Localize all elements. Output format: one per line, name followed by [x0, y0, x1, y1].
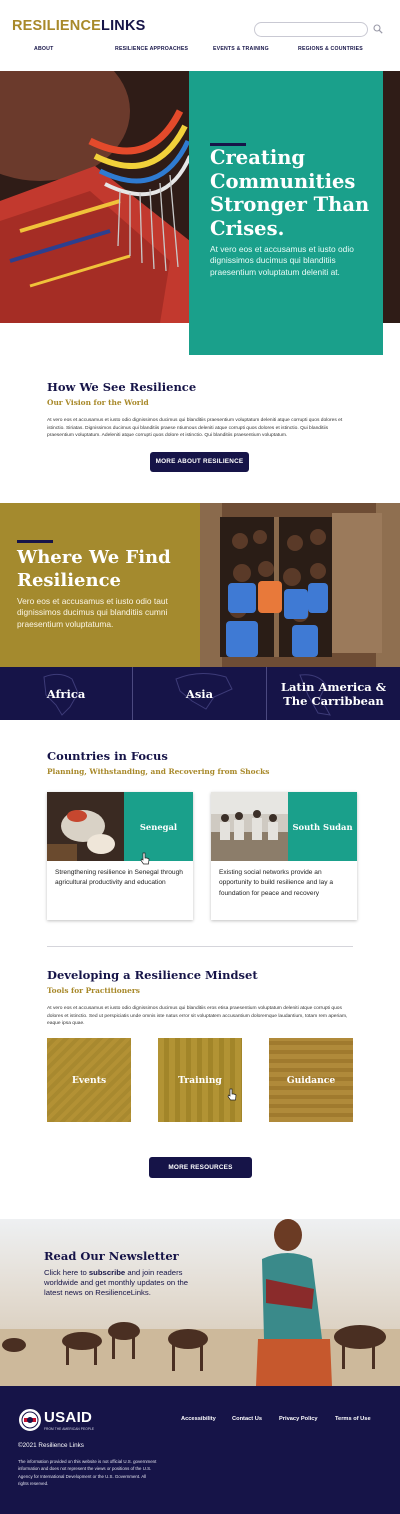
- section-divider: [47, 946, 353, 947]
- senegal-label[interactable]: Senegal: [124, 792, 193, 861]
- newsletter-title: Read Our Newsletter: [44, 1249, 179, 1263]
- region-asia[interactable]: Asia: [133, 667, 266, 720]
- south-sudan-label[interactable]: South Sudan: [288, 792, 357, 861]
- nav-events-training[interactable]: EVENTS & TRAINING: [213, 46, 269, 52]
- south-sudan-description: Existing social networks provide an oppo…: [219, 869, 333, 897]
- where-title: Where We Find Resilience: [17, 547, 171, 591]
- senegal-description: Strengthening resilience in Senegal thro…: [55, 869, 183, 887]
- subscribe-link[interactable]: subscribe: [89, 1268, 125, 1277]
- countries-title: Countries in Focus: [47, 749, 168, 763]
- newsletter-text: Click here to subscribe and join readers…: [44, 1268, 204, 1299]
- hero-text: At vero eos et accusamus et iusto odio d…: [210, 244, 354, 277]
- mindset-body: At vero eos et accusamus et iusto odio d…: [47, 1006, 348, 1027]
- usaid-seal-icon: [19, 1409, 41, 1431]
- nav-regions-countries[interactable]: REGIONS & COUNTRIES: [298, 46, 363, 52]
- usaid-logo-text[interactable]: USAID: [44, 1409, 92, 1426]
- footer-link-terms-of-use[interactable]: Terms of Use: [335, 1416, 371, 1422]
- tile-training-label: Training: [178, 1074, 222, 1086]
- tile-events-label: Events: [71, 1074, 107, 1086]
- more-about-resilience-button[interactable]: MORE ABOUT RESILIENCE: [150, 452, 249, 472]
- logo-resilience-text: RESILIENCE: [12, 18, 102, 34]
- where-text: Vero eos et accusamus et iusto odio taut…: [17, 596, 168, 629]
- country-card-senegal[interactable]: Senegal Strengthening resilience in Sene…: [47, 792, 193, 920]
- mindset-subtitle: Tools for Practitioners: [47, 986, 140, 995]
- more-resources-button[interactable]: MORE RESOURCES: [149, 1157, 252, 1178]
- footer-link-accessibility[interactable]: Accessibility: [181, 1416, 216, 1422]
- hero-title: Creating Communities Stronger Than Crise…: [210, 146, 370, 240]
- tile-events[interactable]: Events: [47, 1038, 131, 1122]
- country-card-south-sudan[interactable]: South Sudan Existing social networks pro…: [211, 792, 357, 920]
- senegal-image: [47, 792, 124, 861]
- footer: [0, 1386, 400, 1514]
- vision-body: At vero eos et accusamus et iusto odio d…: [47, 418, 343, 439]
- tile-guidance[interactable]: Guidance: [269, 1038, 353, 1122]
- hand-cursor-icon: [227, 1088, 237, 1101]
- logo-links-text: LINKS: [101, 18, 146, 34]
- usaid-tagline: FROM THE AMERICAN PEOPLE: [44, 1427, 95, 1431]
- copyright: ©2021 Resilience Links: [18, 1442, 84, 1449]
- footer-link-contact-us[interactable]: Contact Us: [232, 1416, 262, 1422]
- region-africa[interactable]: Africa: [0, 667, 132, 720]
- hand-cursor-icon: [140, 852, 150, 865]
- nav-resilience-approaches[interactable]: RESILIENCE APPROACHES: [115, 46, 188, 52]
- tile-guidance-label: Guidance: [286, 1074, 336, 1086]
- disclaimer: The information provided on this website…: [18, 1459, 157, 1487]
- footer-link-privacy-policy[interactable]: Privacy Policy: [279, 1416, 318, 1422]
- nav-about[interactable]: ABOUT: [34, 46, 53, 52]
- countries-subtitle: Planning, Withstanding, and Recovering f…: [47, 767, 270, 776]
- site-logo[interactable]: RESILIENCELINKS: [12, 18, 146, 34]
- search-input[interactable]: [254, 22, 368, 37]
- mindset-title: Developing a Resilience Mindset: [47, 968, 258, 982]
- region-latin-america[interactable]: Latin America & The Carribbean: [267, 667, 400, 720]
- search-icon[interactable]: [373, 24, 383, 34]
- tile-training[interactable]: Training: [158, 1038, 242, 1122]
- where-accent-bar: [17, 540, 53, 543]
- where-image: [200, 503, 400, 667]
- south-sudan-image: [211, 792, 288, 861]
- newsletter-image: [0, 1219, 400, 1386]
- vision-title: How We See Resilience: [47, 380, 197, 394]
- vision-subtitle: Our Vision for the World: [47, 398, 149, 407]
- newsletter-text-before: Click here to: [44, 1268, 89, 1277]
